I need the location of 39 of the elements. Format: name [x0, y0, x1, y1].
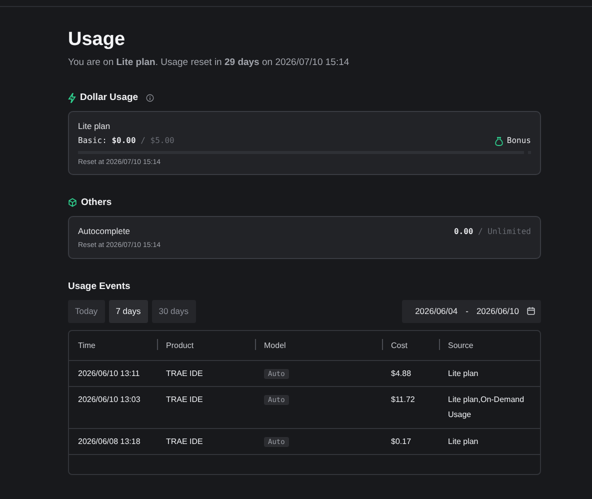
section-heading: Usage Events: [68, 280, 132, 292]
column-header: Model: [255, 330, 382, 360]
time-cell: 2026/06/10 13:11: [69, 360, 157, 386]
autocomplete-usage: 0.00 / Unlimited: [454, 226, 531, 238]
date-to: 2026/06/10: [476, 304, 519, 318]
source-cell: Lite plan: [439, 428, 540, 454]
cost-cell: $0.17: [382, 428, 439, 454]
date-from: 2026/06/04: [415, 304, 458, 318]
column-header: Product: [157, 330, 255, 360]
cost-cell: $11.72: [382, 386, 439, 428]
time-cell: 2026/06/10 13:03: [69, 386, 157, 428]
cube-icon: [68, 198, 77, 208]
section-heading: Dollar Usage: [80, 92, 138, 104]
feature-name: Autocomplete: [78, 226, 130, 238]
range-tab[interactable]: 30 days: [152, 300, 196, 323]
date-separator: -: [466, 304, 468, 318]
bonus-label: Bonus: [506, 136, 531, 147]
info-icon[interactable]: [146, 94, 154, 102]
lightning-icon: [68, 92, 76, 103]
product-cell: TRAE IDE: [157, 428, 255, 454]
section-heading: Others: [81, 196, 112, 208]
product-cell: TRAE IDE: [157, 386, 255, 428]
time-cell: 2026/06/08 13:18: [69, 428, 157, 454]
plan-name: Lite plan: [78, 121, 112, 132]
plan-summary: You are on Lite plan. Usage reset in 29 days on 2026/07/10 15:14: [68, 56, 350, 70]
calendar-icon[interactable]: [527, 307, 535, 316]
source-cell: Lite plan,On-Demand Usage: [439, 386, 540, 428]
page-title: Usage: [68, 29, 126, 52]
date-range-picker[interactable]: 2026/06/04 - 2026/06/10: [402, 300, 541, 323]
product-cell: TRAE IDE: [157, 360, 255, 386]
basic-usage: Basic: $0.00 / $5.00: [78, 136, 174, 147]
cost-cell: $4.88: [382, 360, 439, 386]
range-tab[interactable]: 7 days: [108, 300, 148, 323]
column-header: Time: [77, 340, 96, 352]
range-tab[interactable]: Today: [68, 300, 105, 323]
money-bag-icon: [494, 137, 503, 146]
source-cell: Lite plan: [439, 360, 540, 386]
column-header: Cost: [382, 330, 439, 360]
column-header: Source: [439, 330, 540, 360]
